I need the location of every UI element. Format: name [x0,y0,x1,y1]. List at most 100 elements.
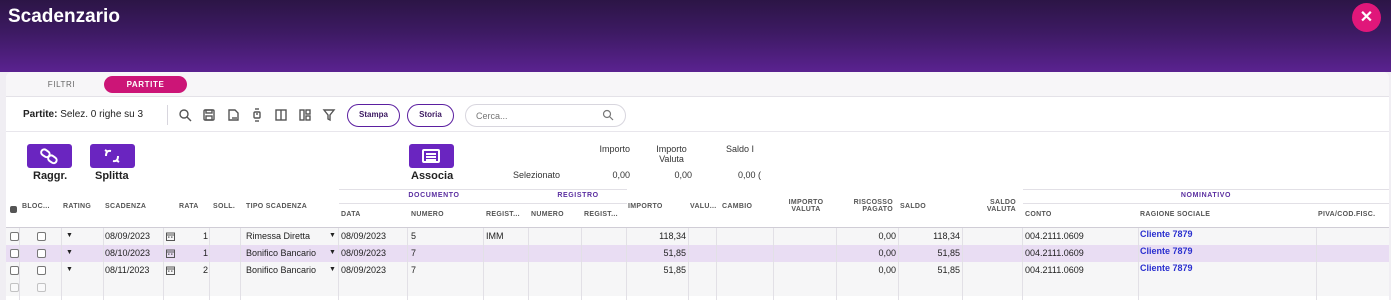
bloc-checkbox[interactable] [37,232,46,241]
watch-icon[interactable] [250,108,264,122]
row-select-checkbox[interactable] [10,266,19,275]
cell-doc-numero: 7 [411,265,417,275]
cell-importo: 118,34 [659,231,686,241]
stampa-button[interactable]: Stampa [347,104,400,127]
list-icon [422,149,440,163]
col-header-bloc[interactable]: BLOC... [22,203,50,210]
col-header-importo-valuta[interactable]: IMPORTO VALUTA [783,199,829,213]
cell-importo: 51,85 [663,248,686,258]
grid-line [773,228,774,300]
cell-tipo-scadenza: Bonifico Bancario [246,248,317,258]
selection-label: Partite: [23,109,58,120]
close-icon[interactable]: ✕ [1352,3,1381,32]
grid-line [240,228,241,300]
grid-line [962,228,963,300]
save-icon[interactable] [202,108,216,122]
associa-button[interactable] [409,144,454,168]
summary-value-saldo: 0,00 ( [737,170,761,180]
col-header-importo[interactable]: IMPORTO [628,203,663,210]
selection-count: Selez. 0 righe su 3 [60,109,144,120]
cell-doc-data: 08/09/2023 [341,248,387,258]
cell-rata: 2 [202,265,208,275]
summary-header-saldo: Saldo I [726,144,755,154]
filter-icon[interactable] [322,108,336,122]
storia-button[interactable]: Storia [407,104,454,127]
tab-filtri[interactable]: FILTRI [20,76,103,93]
select-all-checkbox[interactable] [10,206,17,213]
table-row[interactable]: ▼ 08/09/2023 1 Rimessa Diretta ▼ 08/09/2023 5 I… [6,228,1389,245]
col-header-saldo-valuta[interactable]: SALDO VALUTA [978,199,1016,213]
tipo-scadenza-dropdown-icon[interactable]: ▼ [329,266,336,273]
cell-doc-numero: 7 [411,248,417,258]
summary-header-importo: Importo [599,144,630,154]
col-header-doc-data[interactable]: DATA [341,211,361,218]
calendar-icon[interactable] [166,232,175,241]
summary-value-importo-valuta: 0,00 [674,170,692,180]
col-header-cambio[interactable]: CAMBIO [722,203,752,210]
group-header-nominativo: NOMINATIVO [1180,192,1232,199]
rating-dropdown-icon[interactable]: ▼ [66,232,73,239]
bloc-checkbox[interactable] [37,266,46,275]
cell-ragione-sociale-link[interactable]: Cliente 7879 [1140,229,1193,239]
grid-line [836,228,837,300]
export-icon[interactable] [226,108,240,122]
tab-bar: FILTRI PARTITE [6,72,1389,97]
selection-info: Partite: Selez. 0 righe su 3 [23,109,143,120]
bloc-checkbox[interactable] [37,283,46,292]
col-header-conto[interactable]: CONTO [1025,211,1052,218]
col-header-valuta[interactable]: VALU... [690,203,716,210]
table-row[interactable]: ▼ 08/11/2023 2 Bonifico Bancario ▼ 08/09/2023… [6,262,1389,279]
cell-doc-registro: IMM [486,231,504,241]
col-header-scadenza[interactable]: SCADENZA [105,203,146,210]
calendar-icon[interactable] [166,266,175,275]
col-header-saldo[interactable]: SALDO [900,203,926,210]
grid-line [1316,228,1317,300]
tipo-scadenza-dropdown-icon[interactable]: ▼ [329,232,336,239]
tab-partite[interactable]: PARTITE [104,76,187,93]
rating-dropdown-icon[interactable]: ▼ [66,266,73,273]
cell-ragione-sociale-link[interactable]: Cliente 7879 [1140,246,1193,256]
grid-line [61,228,62,300]
cell-scadenza: 08/11/2023 [105,265,150,275]
col-header-soll[interactable]: SOLL. [213,203,235,210]
cell-conto: 004.2111.0609 [1025,265,1084,275]
col-header-riscosso-pagato[interactable]: RISCOSSO PAGATO [843,199,893,213]
grid-line [483,228,484,300]
row-select-checkbox[interactable] [10,232,19,241]
toolbar: Partite: Selez. 0 righe su 3 Stampa Stor… [6,98,1389,132]
calendar-icon[interactable] [166,249,175,258]
col-header-piva[interactable]: PIVA/COD.FISC. [1318,211,1375,218]
col-header-rata[interactable]: RATA [179,203,199,210]
cell-riscosso-pagato: 0,00 [878,248,896,258]
summary-header-importo-valuta: Importo Valuta [656,144,687,164]
cell-doc-data: 08/09/2023 [341,265,387,275]
col-header-reg-registro[interactable]: REGIST... [584,211,618,218]
col-header-rating[interactable]: RATING [63,203,91,210]
cell-ragione-sociale-link[interactable]: Cliente 7879 [1140,263,1193,273]
cell-scadenza: 08/10/2023 [105,248,151,258]
bloc-checkbox[interactable] [37,249,46,258]
cell-conto: 004.2111.0609 [1025,248,1084,258]
search-icon[interactable] [178,108,192,122]
col-header-tipo-scadenza[interactable]: TIPO SCADENZA [246,203,307,210]
row-select-checkbox[interactable] [10,249,19,258]
tipo-scadenza-dropdown-icon[interactable]: ▼ [329,249,336,256]
col-header-doc-registro[interactable]: REGIST... [486,211,520,218]
grid-line [1138,228,1139,300]
rating-dropdown-icon[interactable]: ▼ [66,249,73,256]
group-header-border [1023,203,1389,204]
splitta-button[interactable] [90,144,135,168]
columns-icon[interactable] [274,108,288,122]
group-header-border [339,189,627,190]
search-icon[interactable] [602,109,614,121]
row-select-checkbox[interactable] [10,283,19,292]
col-header-reg-numero[interactable]: NUMERO [531,211,564,218]
col-header-doc-numero[interactable]: NUMERO [411,211,444,218]
grid-line [209,228,210,300]
table-row[interactable]: ▼ 08/10/2023 1 Bonifico Bancario ▼ 08/09/2023… [6,245,1389,262]
grid-line [19,228,20,300]
layout-icon[interactable] [298,108,312,122]
grid-line [716,228,717,300]
col-header-ragione-sociale[interactable]: RAGIONE SOCIALE [1140,211,1210,218]
raggr-button[interactable] [27,144,72,168]
